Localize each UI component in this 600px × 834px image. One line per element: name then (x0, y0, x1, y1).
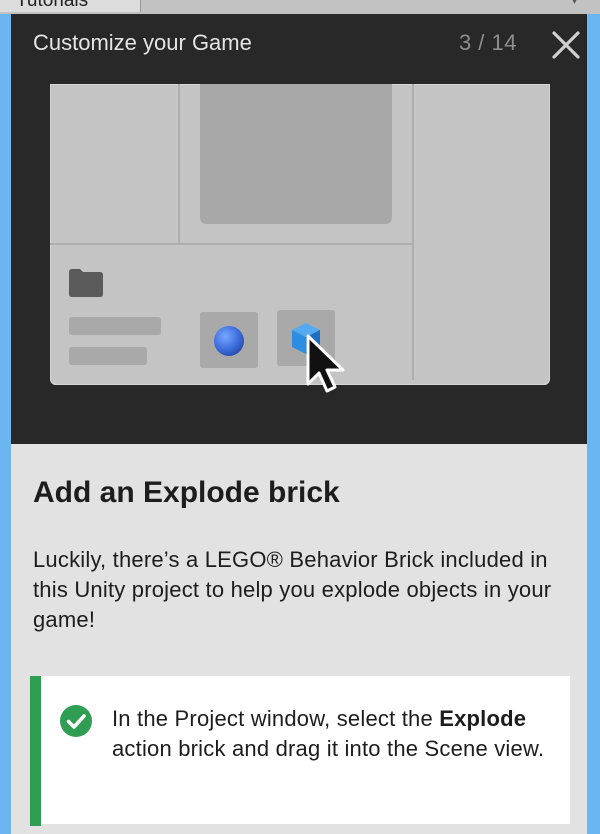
sphere-asset (200, 312, 258, 368)
mock-divider-horizontal (50, 243, 413, 245)
task-text-after: action brick and drag it into the Scene … (112, 736, 545, 761)
task-card: In the Project window, select the Explod… (30, 676, 570, 826)
sphere-asset-icon (214, 326, 244, 356)
tutorial-header: Customize your Game 3 / 14 (11, 14, 587, 84)
mock-editor-window (50, 84, 550, 393)
task-accent-bar (30, 676, 41, 826)
step-description: Luckily, there’s a LEGO® Behavior Brick … (33, 547, 552, 632)
task-instruction: In the Project window, select the Explod… (112, 704, 552, 764)
editor-tab-strip: Tutorials ▾ (0, 0, 600, 14)
task-text-bold: Explode (439, 706, 527, 731)
mock-scene-view (200, 84, 392, 224)
tab-menu-icon[interactable]: ▾ (572, 0, 580, 7)
tutorials-tab[interactable]: Tutorials (0, 0, 141, 12)
tutorial-title: Customize your Game (33, 30, 252, 55)
mock-divider-vertical-right (412, 84, 414, 380)
folder-icon (69, 269, 103, 297)
step-heading: Add an Explode brick (33, 476, 340, 509)
close-button[interactable] (551, 30, 581, 60)
tutorials-tab-label: Tutorials (16, 0, 89, 11)
mock-label-bar (69, 317, 161, 335)
step-content: Add an Explode brick (33, 476, 573, 510)
close-icon (552, 31, 580, 59)
task-text-before: In the Project window, select the (112, 706, 440, 731)
cursor-arrow-icon (306, 334, 345, 393)
mock-divider-vertical-left (178, 84, 180, 244)
tutorial-illustration (11, 84, 587, 444)
tutorial-panel: Customize your Game 3 / 14 Add an Explod… (11, 14, 587, 834)
mock-label-bar (69, 347, 147, 365)
check-circle-icon (60, 705, 92, 737)
step-counter: 3 / 14 (458, 30, 517, 55)
